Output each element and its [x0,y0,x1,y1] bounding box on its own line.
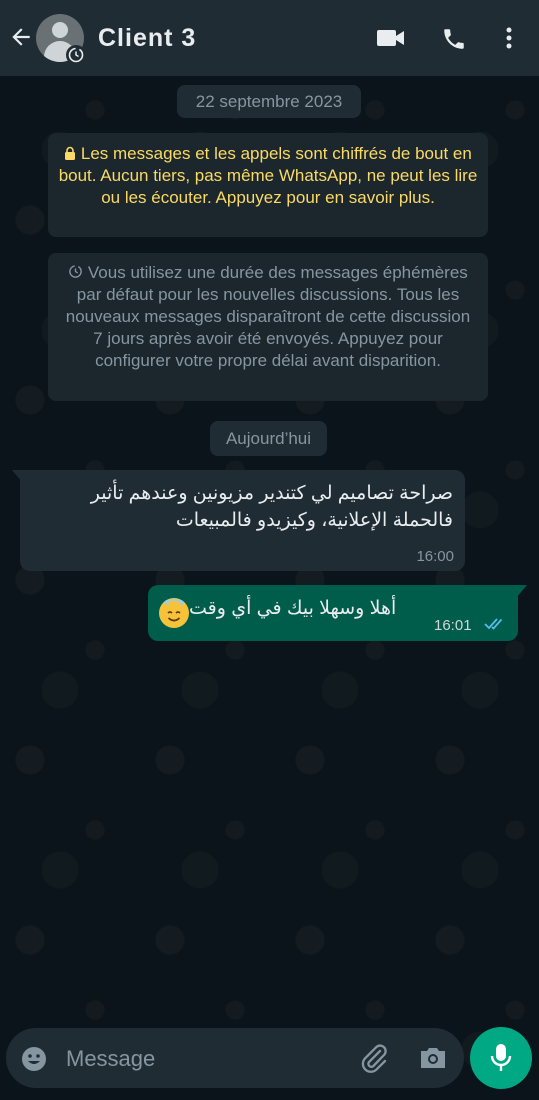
lock-icon [64,144,81,163]
timer-icon [68,263,88,282]
message-text: أهلا وسهلا بيك في أي وقت [189,598,397,619]
disappearing-timer-icon [66,45,86,65]
read-receipt-icon [484,617,506,636]
phone-call-icon[interactable] [441,26,467,57]
bubble-tail [517,585,527,597]
smiling-halo-emoji-icon [159,598,189,628]
incoming-message[interactable]: صراحة تصاميم لي كتندير مزيونين وعندهم تأ… [20,470,465,571]
outgoing-message[interactable]: أهلا وسهلا بيك في أي وقت 16:01 [148,585,518,641]
ephemeral-notice[interactable]: Vous utilisez une durée des messages éph… [48,253,488,401]
emoji-icon[interactable] [20,1045,48,1078]
more-options-icon[interactable] [499,26,519,57]
back-arrow-icon[interactable] [8,24,34,50]
encryption-notice[interactable]: Les messages et les appels sont chiffrés… [48,133,488,237]
chat-header: Client 3 [0,0,539,76]
ephemeral-notice-text: Vous utilisez une durée des messages éph… [65,263,471,370]
video-call-icon[interactable] [376,26,406,55]
message-input[interactable] [64,1036,348,1082]
message-text: صراحة تصاميم لي كتندير مزيونين وعندهم تأ… [90,483,453,531]
encryption-notice-text: Les messages et les appels sont chiffrés… [58,144,478,207]
message-time: 16:01 [434,617,472,634]
attach-icon[interactable] [358,1042,390,1079]
camera-icon[interactable] [418,1044,448,1077]
message-composer [6,1028,464,1088]
date-separator: 22 septembre 2023 [177,85,361,118]
mic-button[interactable] [470,1027,532,1089]
today-separator: Aujourd’hui [210,421,327,456]
contact-name[interactable]: Client 3 [98,24,196,53]
mic-icon [489,1042,513,1079]
avatar-head-icon [52,22,68,38]
message-time: 16:00 [416,548,454,565]
